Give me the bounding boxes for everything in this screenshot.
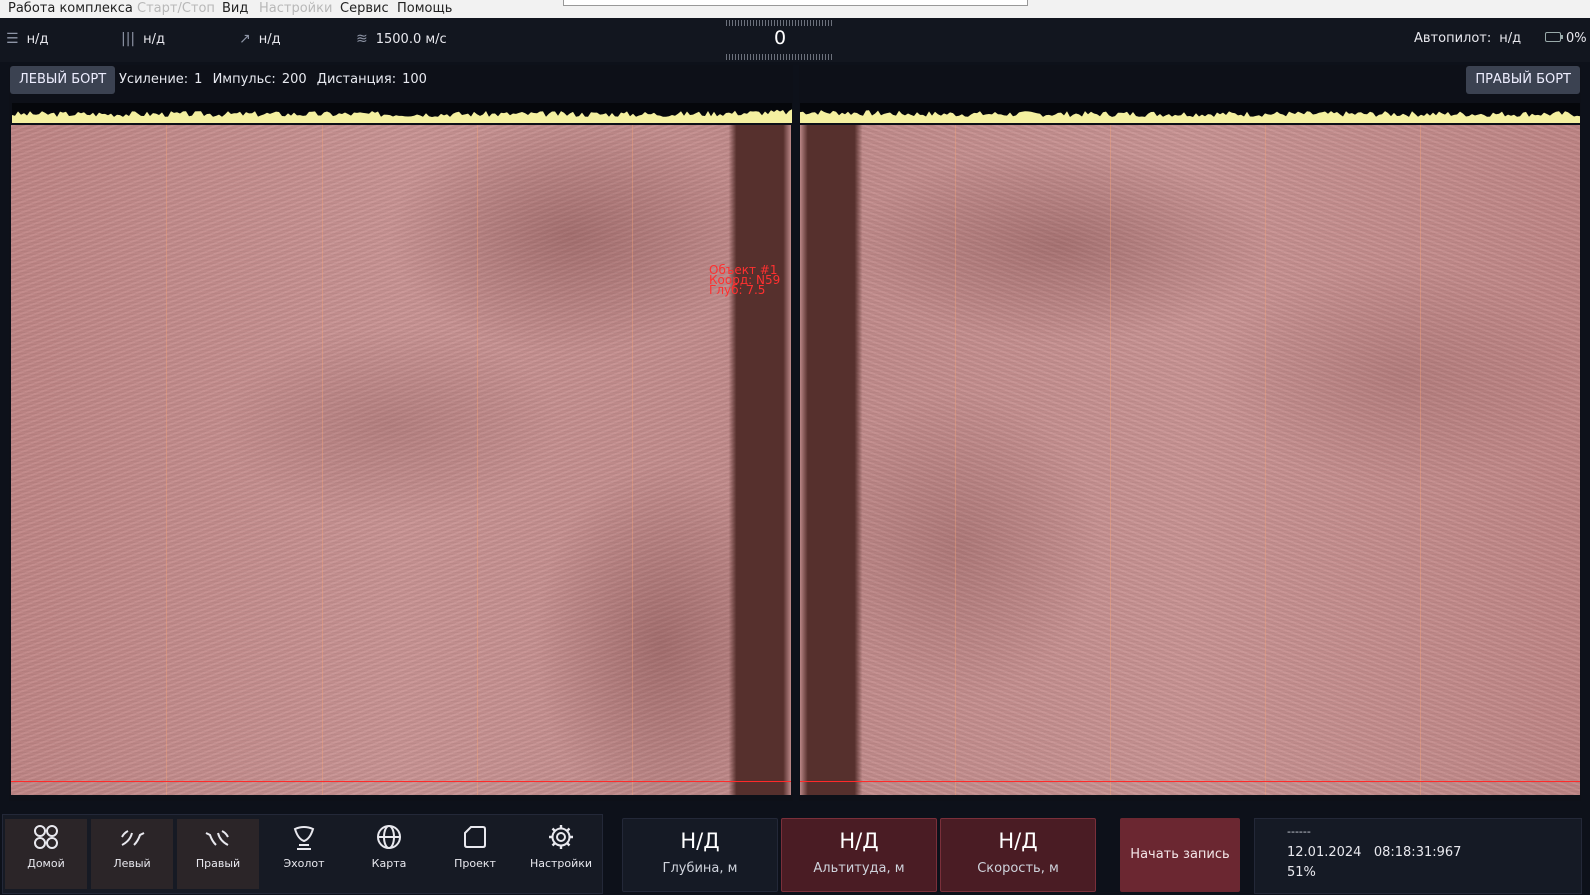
percent-value: 51% (1287, 865, 1316, 880)
nav-project-label: Проект (454, 857, 496, 870)
range-line (1420, 125, 1421, 795)
menu-view[interactable]: Вид (222, 1, 248, 16)
current-line (800, 781, 1580, 782)
range-line (1110, 125, 1111, 795)
range-line (1265, 125, 1266, 795)
date-value: 12.01.2024 (1287, 845, 1362, 860)
pulse-label: Импульс: (212, 72, 276, 87)
left-side-button[interactable]: ЛЕВЫЙ БОРТ (10, 66, 116, 94)
menu-service[interactable]: Сервис (340, 1, 389, 16)
left-sonar-image[interactable]: Объект #1 Коорд: N59 Глуб: 7.5 (11, 125, 791, 795)
battery-icon (1545, 32, 1563, 42)
battery-value: 0% (1566, 31, 1587, 46)
globe-icon (377, 825, 401, 849)
grid-icon (34, 825, 58, 849)
nav-map[interactable]: Карта (348, 819, 430, 889)
menu-status[interactable]: ☰ н/д (6, 31, 48, 47)
right-sonar-image[interactable] (800, 125, 1580, 795)
pulse-value: 200 (281, 72, 307, 87)
nav-left[interactable]: Левый (91, 819, 173, 889)
gain-label: Усиление: (119, 72, 189, 87)
speed-value: Н/Д (998, 829, 1038, 853)
range-line (955, 125, 956, 795)
left-sonar-icon (121, 830, 145, 846)
info-panel: ------ 12.01.2024 08:18:31:967 51% (1254, 818, 1582, 894)
menu-work[interactable]: Работа комплекса (8, 1, 133, 16)
heading-scale-top (726, 20, 834, 26)
altitude-readout: Н/Д Альтитуда, м (781, 818, 937, 892)
right-amplitude-strip (800, 103, 1580, 123)
depth-value: Н/Д (680, 829, 720, 853)
nav-bar: Домой Левый Правый Эхолот Карта Проект Н… (2, 814, 603, 894)
nav-settings[interactable]: Настройки (520, 819, 602, 889)
right-seabed-texture (800, 125, 1580, 795)
sound-speed-status: ≋ 1500.0 м/с (356, 31, 447, 47)
echosounder-icon (293, 826, 315, 850)
left-sonar-panel: ЛЕВЫЙ БОРТ Усиление: 1 Импульс: 200 Дистан… (9, 65, 793, 801)
nav-left-label: Левый (113, 857, 151, 870)
menu-bar: Работа комплекса Старт/Стоп Вид Настройк… (0, 0, 1590, 18)
menu-status-value: н/д (26, 31, 49, 47)
gear-icon (549, 825, 573, 849)
time-value: 08:18:31:967 (1373, 845, 1462, 860)
menu-start-stop: Старт/Стоп (137, 1, 215, 16)
distance-value: 100 (402, 72, 427, 87)
sonar-params: Усиление: 1 Импульс: 200 Дистанция: 100 (119, 72, 433, 87)
left-seabed-texture (11, 125, 791, 795)
autopilot-value: н/д (1499, 31, 1522, 46)
nav-right-label: Правый (195, 857, 241, 870)
left-amplitude-strip (12, 103, 792, 123)
bars-status: ||| н/д (121, 31, 165, 47)
menu-settings: Настройки (259, 1, 333, 16)
autopilot-status: Автопилот: н/д (1414, 31, 1521, 46)
sound-speed-value: 1500.0 м/с (375, 31, 447, 47)
current-line (11, 781, 791, 782)
range-line (166, 125, 167, 795)
nav-settings-label: Настройки (529, 857, 593, 870)
right-sonar-icon (205, 830, 229, 846)
autopilot-label: Автопилот: (1414, 31, 1492, 46)
altitude-value: Н/Д (839, 829, 879, 853)
bars-icon: ||| (121, 31, 136, 47)
speed-label: Скорость, м (977, 861, 1059, 876)
start-record-button[interactable]: Начать запись (1120, 818, 1240, 892)
window-drag-slot (563, 0, 1028, 6)
folder-icon (464, 826, 486, 848)
heading-value: 0 (773, 27, 787, 49)
heading-indicator: 0 (726, 20, 834, 60)
object-marker[interactable]: Объект #1 Коорд: N59 Глуб: 7.5 (709, 264, 780, 296)
hamburger-icon: ☰ (6, 31, 19, 47)
arrow-icon: ↗ (239, 31, 251, 47)
nav-right[interactable]: Правый (177, 819, 259, 889)
distance-label: Дистанция: (316, 72, 397, 87)
range-line (477, 125, 478, 795)
range-line (632, 125, 633, 795)
datetime: 12.01.2024 08:18:31:967 (1287, 845, 1461, 860)
status-bar: ☰ н/д ||| н/д ↗ н/д ≋ 1500.0 м/с 0 Автоп… (0, 18, 1590, 62)
range-line (322, 125, 323, 795)
gain-value: 1 (194, 72, 203, 87)
nav-project[interactable]: Проект (434, 819, 516, 889)
depth-readout: Н/Д Глубина, м (622, 818, 778, 892)
course-status-value: н/д (258, 31, 281, 47)
nav-home-label: Домой (27, 857, 65, 870)
nav-map-label: Карта (371, 857, 407, 870)
right-side-button[interactable]: ПРАВЫЙ БОРТ (1466, 66, 1580, 94)
course-status: ↗ н/д (239, 31, 281, 47)
altitude-label: Альтитуда, м (813, 861, 905, 876)
depth-label: Глубина, м (662, 861, 738, 876)
menu-help[interactable]: Помощь (397, 1, 452, 16)
bottom-dock: Домой Левый Правый Эхолот Карта Проект Н… (0, 810, 1590, 895)
bars-status-value: н/д (143, 31, 166, 47)
wave-icon: ≋ (356, 31, 368, 47)
heading-scale-bottom (726, 54, 834, 60)
info-line: ------ (1287, 825, 1311, 838)
nav-echosounder-label: Эхолот (283, 857, 325, 870)
speed-readout: Н/Д Скорость, м (940, 818, 1096, 892)
nav-home[interactable]: Домой (5, 819, 87, 889)
right-sonar-panel: ПРАВЫЙ БОРТ (799, 65, 1581, 801)
nav-echosounder[interactable]: Эхолот (263, 819, 345, 889)
